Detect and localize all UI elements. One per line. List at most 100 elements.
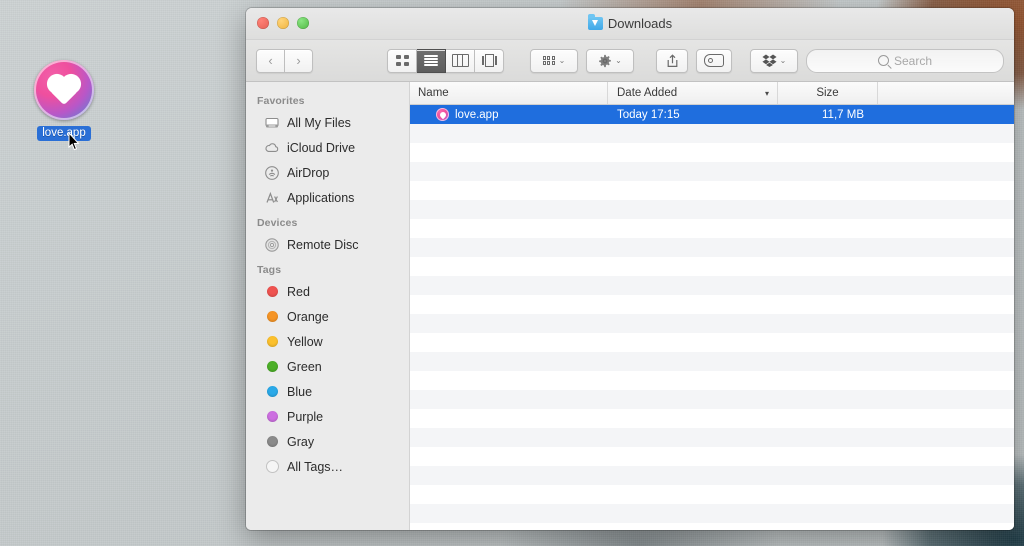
column-header-name[interactable]: Name — [410, 82, 608, 104]
sidebar-item-tag-green[interactable]: Green — [246, 354, 409, 379]
sidebar[interactable]: Favorites All My Files iCloud Drive AirD… — [246, 82, 410, 530]
sidebar-item-tag-red[interactable]: Red — [246, 279, 409, 304]
sidebar-item-label: Green — [287, 359, 322, 374]
sidebar-item-tag-yellow[interactable]: Yellow — [246, 329, 409, 354]
arrange-icon — [542, 55, 556, 66]
sidebar-section-devices-title: Devices — [257, 217, 298, 229]
empty-row[interactable] — [410, 352, 1014, 371]
icon-view-button[interactable] — [387, 48, 417, 73]
empty-row[interactable] — [410, 504, 1014, 523]
sidebar-item-all-tags[interactable]: All Tags… — [246, 454, 409, 479]
grid-icon — [395, 55, 409, 66]
coverflow-view-button[interactable] — [475, 48, 504, 73]
empty-row[interactable] — [410, 219, 1014, 238]
close-button[interactable] — [257, 17, 269, 29]
downloads-folder-icon — [587, 14, 603, 30]
finder-window[interactable]: Downloads ‹ › ⌄ ⌄ ⌄ Search Favorites All… — [246, 8, 1014, 530]
desktop: love.app Downloads ‹ › ⌄ ⌄ ⌄ Search Favo… — [0, 0, 1024, 546]
empty-row[interactable] — [410, 409, 1014, 428]
empty-row[interactable] — [410, 276, 1014, 295]
empty-row[interactable] — [410, 162, 1014, 181]
empty-row[interactable] — [410, 428, 1014, 447]
sidebar-item-tag-purple[interactable]: Purple — [246, 404, 409, 429]
sidebar-item-tag-blue[interactable]: Blue — [246, 379, 409, 404]
empty-row[interactable] — [410, 314, 1014, 333]
sidebar-item-airdrop[interactable]: AirDrop — [246, 160, 409, 185]
sidebar-item-label: Gray — [287, 434, 315, 449]
sidebar-item-remote-disc[interactable]: Remote Disc — [246, 232, 409, 257]
chevron-down-icon: ⌄ — [779, 56, 787, 65]
file-rows[interactable]: love.app Today 17:15 11,7 MB — [410, 105, 1014, 530]
tag-dot-icon — [264, 409, 280, 425]
file-list[interactable]: Name Date Added ▾ Size love.app Today 17… — [410, 82, 1014, 530]
sidebar-item-tag-orange[interactable]: Orange — [246, 304, 409, 329]
list-view-button[interactable] — [417, 48, 446, 73]
minimize-button[interactable] — [277, 17, 289, 29]
tag-dot-icon — [264, 434, 280, 450]
search-field[interactable]: Search — [806, 48, 1004, 73]
forward-button[interactable]: › — [285, 48, 313, 73]
tag-dot-icon — [264, 359, 280, 375]
action-menu-button[interactable]: ⌄ — [586, 48, 634, 73]
sidebar-item-tag-gray[interactable]: Gray — [246, 429, 409, 454]
column-header-filler — [878, 82, 1014, 104]
desktop-icon-label: love.app — [37, 126, 91, 141]
zoom-button[interactable] — [297, 17, 309, 29]
cell-date-added: Today 17:15 — [617, 108, 680, 121]
empty-row[interactable] — [410, 390, 1014, 409]
airdrop-icon — [264, 165, 280, 181]
window-title-text: Downloads — [607, 16, 673, 31]
sidebar-item-label: Blue — [287, 384, 313, 399]
file-name: love.app — [455, 108, 499, 121]
tag-dot-icon — [264, 334, 280, 350]
sidebar-item-label: All My Files — [287, 115, 351, 130]
empty-row[interactable] — [410, 200, 1014, 219]
finder-toolbar[interactable]: ‹ › ⌄ ⌄ ⌄ Search — [246, 40, 1014, 82]
empty-row[interactable] — [410, 523, 1014, 530]
column-headers[interactable]: Name Date Added ▾ Size — [410, 82, 1014, 105]
gear-icon — [599, 54, 612, 67]
arrange-by-button[interactable]: ⌄ — [530, 48, 578, 73]
love-app-icon — [436, 108, 449, 121]
empty-row[interactable] — [410, 238, 1014, 257]
column-view-button[interactable] — [446, 48, 475, 73]
sidebar-item-label: Yellow — [287, 334, 323, 349]
chevron-down-icon: ⌄ — [615, 56, 622, 65]
search-icon — [877, 55, 889, 66]
empty-row[interactable] — [410, 295, 1014, 314]
all-my-files-icon — [264, 115, 280, 131]
empty-row[interactable] — [410, 447, 1014, 466]
empty-row[interactable] — [410, 371, 1014, 390]
tag-dot-icon — [264, 384, 280, 400]
desktop-icon-love-app[interactable]: love.app — [26, 60, 102, 141]
dropbox-menu-button[interactable]: ⌄ — [750, 48, 798, 73]
edit-tags-button[interactable] — [696, 48, 732, 73]
tag-icon — [704, 54, 724, 67]
empty-row[interactable] — [410, 257, 1014, 276]
empty-row[interactable] — [410, 143, 1014, 162]
sidebar-section-tags-title: Tags — [257, 264, 282, 276]
search-placeholder: Search — [893, 53, 933, 68]
empty-row[interactable] — [410, 485, 1014, 504]
sidebar-item-applications[interactable]: Applications — [246, 185, 409, 210]
empty-row[interactable] — [410, 124, 1014, 143]
sidebar-item-all-my-files[interactable]: All My Files — [246, 110, 409, 135]
column-header-date-added[interactable]: Date Added ▾ — [608, 82, 778, 104]
empty-row[interactable] — [410, 333, 1014, 352]
heart-app-icon — [34, 60, 94, 120]
share-button[interactable] — [656, 48, 688, 73]
coverflow-icon — [481, 54, 497, 67]
empty-row[interactable] — [410, 181, 1014, 200]
column-header-size[interactable]: Size — [778, 82, 878, 104]
view-mode-segmented-control[interactable] — [387, 48, 504, 73]
sidebar-item-icloud-drive[interactable]: iCloud Drive — [246, 135, 409, 160]
navigation-buttons[interactable]: ‹ › — [256, 48, 313, 73]
empty-row[interactable] — [410, 466, 1014, 485]
table-row[interactable]: love.app Today 17:15 11,7 MB — [410, 105, 1014, 124]
sidebar-section-favorites-title: Favorites — [257, 95, 305, 107]
window-titlebar[interactable]: Downloads — [246, 8, 1014, 40]
columns-icon — [451, 54, 469, 67]
column-header-label: Name — [418, 87, 449, 99]
back-button[interactable]: ‹ — [256, 48, 285, 73]
share-icon — [667, 53, 677, 67]
